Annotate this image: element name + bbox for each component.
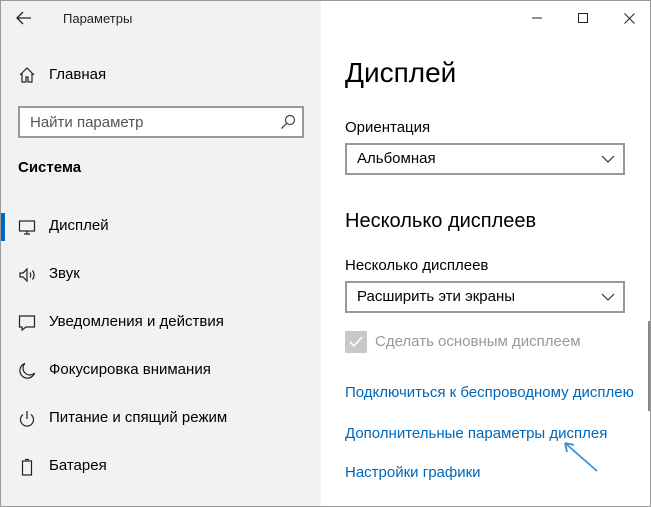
sidebar: Параметры Главная Система Дисплей <box>1 1 321 506</box>
settings-window: Параметры Главная Система Дисплей <box>0 0 651 507</box>
home-icon <box>19 67 35 83</box>
main-content: Дисплей Ориентация Альбомная Несколько д… <box>321 1 650 506</box>
sidebar-item-notifications[interactable]: Уведомления и действия <box>1 300 321 346</box>
orientation-label: Ориентация <box>345 119 431 136</box>
close-button[interactable] <box>606 1 650 35</box>
annotation-arrow-icon <box>564 442 598 472</box>
speaker-icon <box>19 267 35 283</box>
sidebar-item-label: Звук <box>49 265 80 282</box>
main-display-checkbox-label: Сделать основным дисплеем <box>375 333 581 350</box>
sidebar-item-label: Фокусировка внимания <box>49 361 211 378</box>
maximize-icon <box>578 13 588 23</box>
sidebar-item-sound[interactable]: Звук <box>1 252 321 298</box>
search-box <box>18 106 304 138</box>
sidebar-item-label: Батарея <box>49 457 107 474</box>
back-arrow-icon <box>16 11 31 25</box>
orientation-value: Альбомная <box>357 150 436 167</box>
main-display-checkbox[interactable] <box>345 331 367 353</box>
power-icon <box>19 411 35 427</box>
main-display-checkbox-row: Сделать основным дисплеем <box>345 330 625 354</box>
monitor-icon <box>18 220 36 235</box>
sidebar-item-focus-assist[interactable]: Фокусировка внимания <box>1 348 321 394</box>
back-button[interactable] <box>7 3 41 33</box>
sidebar-item-label: Главная <box>49 66 107 83</box>
graphics-settings-link[interactable]: Настройки графики <box>345 464 481 481</box>
search-input[interactable] <box>20 108 270 136</box>
notification-icon <box>18 315 36 332</box>
sidebar-item-label: Дисплей <box>49 217 109 234</box>
minimize-icon <box>532 17 542 19</box>
sidebar-item-display[interactable]: Дисплей <box>1 204 321 250</box>
scrollbar[interactable] <box>648 321 650 411</box>
sidebar-item-label: Уведомления и действия <box>49 313 224 330</box>
titlebar: Параметры <box>1 1 321 35</box>
sidebar-item-label: Питание и спящий режим <box>49 409 228 426</box>
wireless-display-link[interactable]: Подключиться к беспроводному дисплею <box>345 384 634 401</box>
battery-icon <box>21 458 33 476</box>
multi-display-section-title: Несколько дисплеев <box>345 210 537 232</box>
page-title: Дисплей <box>345 57 457 88</box>
chevron-down-icon <box>601 293 615 301</box>
close-icon <box>623 12 635 24</box>
orientation-dropdown[interactable]: Альбомная <box>345 143 625 175</box>
window-controls <box>514 1 650 35</box>
maximize-button[interactable] <box>560 1 606 35</box>
sidebar-item-home[interactable]: Главная <box>1 57 321 93</box>
chevron-down-icon <box>601 155 615 163</box>
sidebar-item-battery[interactable]: Батарея <box>1 444 321 490</box>
sidebar-item-power-sleep[interactable]: Питание и спящий режим <box>1 396 321 442</box>
moon-icon <box>19 362 36 379</box>
multi-display-label: Несколько дисплеев <box>345 257 489 274</box>
minimize-button[interactable] <box>514 1 560 35</box>
multi-display-dropdown[interactable]: Расширить эти экраны <box>345 281 625 313</box>
multi-display-value: Расширить эти экраны <box>357 288 516 305</box>
search-icon[interactable] <box>280 114 296 130</box>
app-title: Параметры <box>63 11 133 26</box>
checkmark-icon <box>349 336 363 348</box>
sidebar-section-title: Система <box>18 159 82 176</box>
